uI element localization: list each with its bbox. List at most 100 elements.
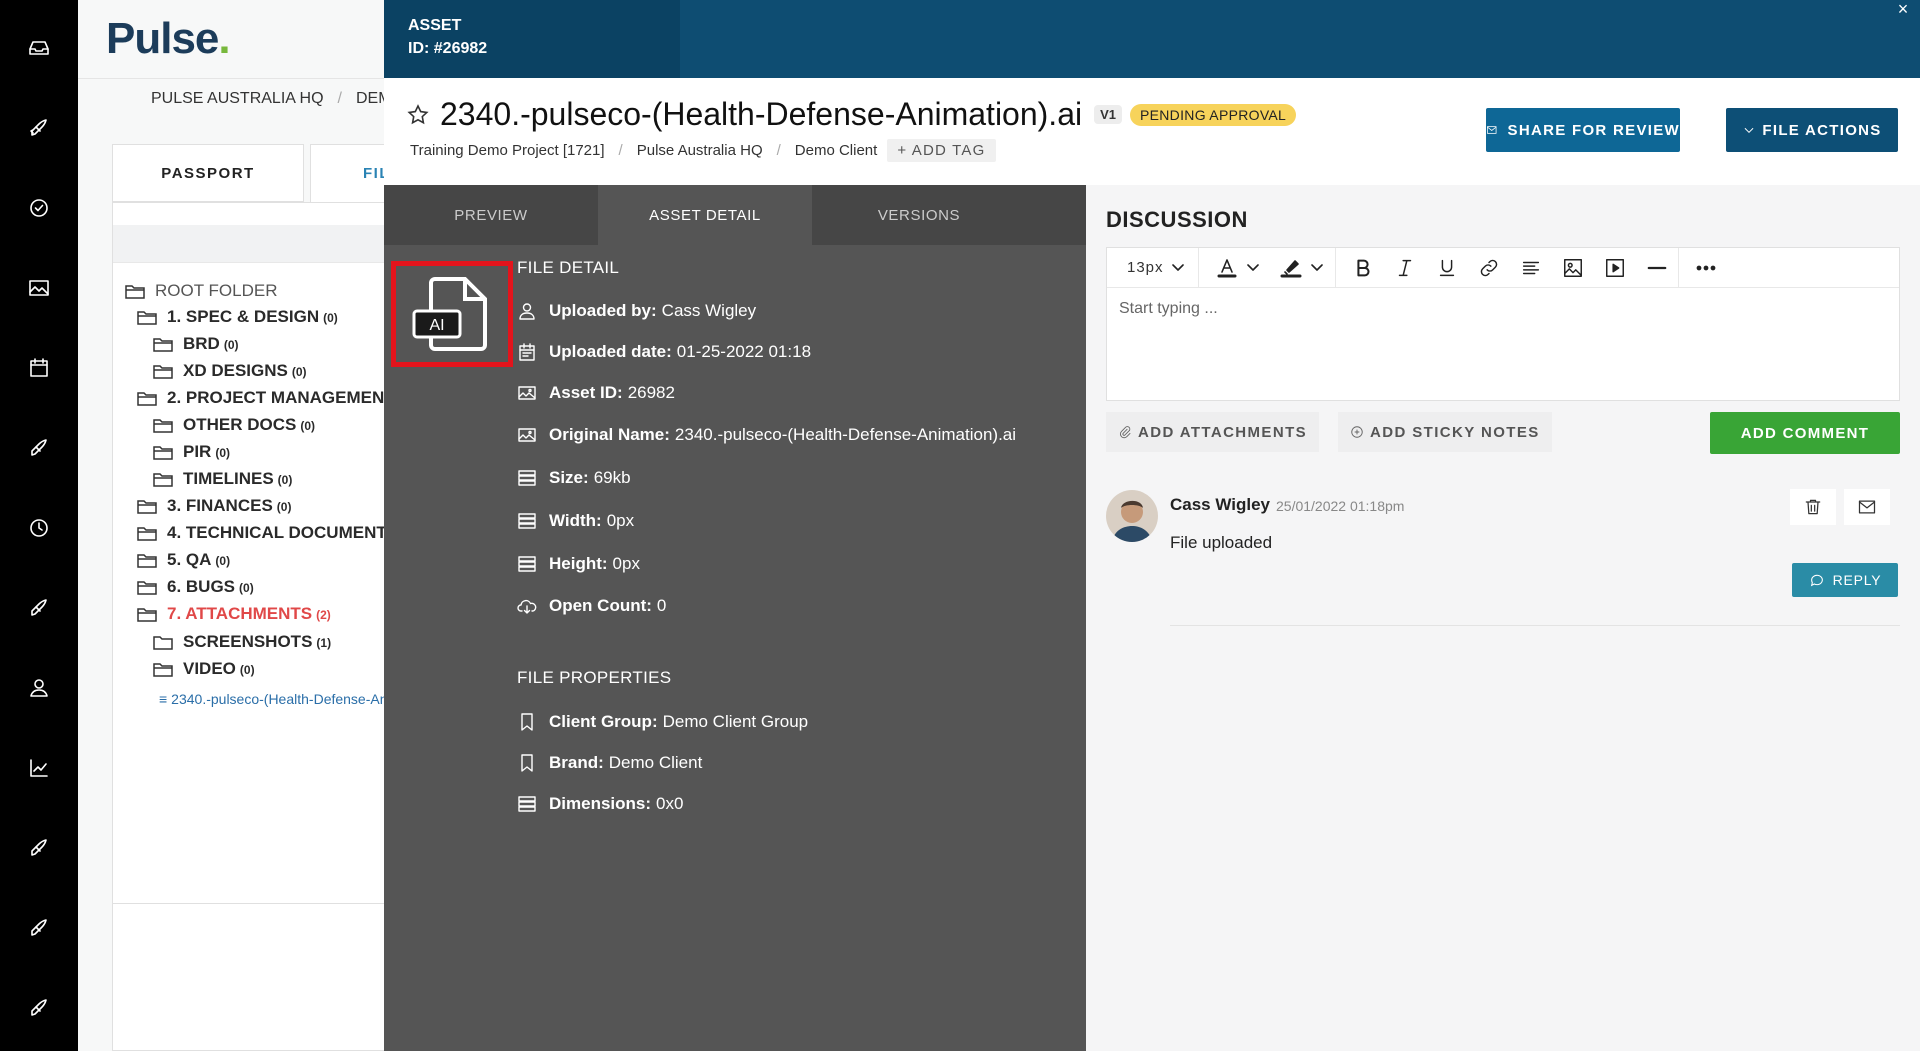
breadcrumb-item[interactable]: DEM xyxy=(356,90,384,107)
insert-video-button[interactable] xyxy=(1594,248,1636,288)
comment-timestamp: 25/01/2022 01:18pm xyxy=(1276,498,1405,514)
mail-icon xyxy=(1858,500,1876,514)
folder-icon xyxy=(137,498,157,514)
image-icon[interactable] xyxy=(24,273,54,303)
delete-comment-button[interactable] xyxy=(1790,489,1836,525)
stack-icon xyxy=(517,794,537,814)
align-left-icon xyxy=(1522,261,1539,274)
pulse-logo: Pulse. xyxy=(106,14,231,63)
horizontal-rule-button[interactable] xyxy=(1636,248,1678,288)
folder-icon xyxy=(137,390,157,406)
rocket-icon[interactable] xyxy=(24,593,54,623)
rocket-icon[interactable] xyxy=(24,113,54,143)
email-comment-button[interactable] xyxy=(1844,489,1890,525)
rocket-icon[interactable] xyxy=(24,913,54,943)
comment-text: File uploaded xyxy=(1170,533,1273,552)
check-circle-icon[interactable] xyxy=(24,193,54,223)
tree-folder[interactable]: SCREENSHOTS (1) xyxy=(153,632,331,652)
more-options-button[interactable] xyxy=(1679,248,1733,288)
share-for-review-button[interactable]: SHARE FOR REVIEW xyxy=(1486,108,1680,152)
breadcrumb-item[interactable]: Pulse Australia HQ xyxy=(637,142,763,159)
video-icon xyxy=(1605,258,1624,277)
tree-folder[interactable]: ROOT FOLDER xyxy=(125,281,277,301)
text-color-icon xyxy=(1217,258,1237,277)
tree-folder[interactable]: TIMELINES (0) xyxy=(153,469,292,489)
user-icon xyxy=(517,301,537,321)
tree-folder[interactable]: 6. BUGS (0) xyxy=(137,577,254,597)
file-actions-button[interactable]: FILE ACTIONS xyxy=(1726,108,1898,152)
version-badge: V1 xyxy=(1094,105,1122,124)
tree-folder[interactable]: 4. TECHNICAL DOCUMENTS xyxy=(137,523,384,543)
tree-folder[interactable]: OTHER DOCS (0) xyxy=(153,415,315,435)
add-sticky-notes-button[interactable]: ADD STICKY NOTES xyxy=(1338,412,1552,452)
image-icon xyxy=(517,425,537,445)
tree-folder-selected[interactable]: 7. ATTACHMENTS (2) xyxy=(137,604,331,624)
title-row: 2340.-pulseco-(Health-Defense-Animation)… xyxy=(406,96,1297,133)
calendar-icon xyxy=(517,342,537,362)
italic-button[interactable] xyxy=(1384,248,1426,288)
rocket-icon[interactable] xyxy=(24,833,54,863)
tab-passport[interactable]: PASSPORT xyxy=(112,144,304,202)
highlight-color-select[interactable] xyxy=(1271,248,1335,288)
asset-modal-header: ASSET ID: #26982 × xyxy=(384,0,1920,78)
tree-folder[interactable]: XD DESIGNS (0) xyxy=(153,361,307,381)
font-size-select[interactable]: 13px xyxy=(1107,248,1198,288)
chevron-down-icon xyxy=(1246,263,1259,271)
asset-label: ASSET ID: #26982 xyxy=(408,14,487,60)
folder-icon xyxy=(153,336,173,352)
tree-folder[interactable]: 5. QA (0) xyxy=(137,550,230,570)
detail-uploaded-by: Uploaded by: Cass Wigley xyxy=(517,301,756,321)
folder-tree-panel: ROOT FOLDER 1. SPEC & DESIGN (0) BRD (0) X… xyxy=(112,202,384,1051)
detail-size: Size: 69kb xyxy=(517,468,631,488)
tree-folder[interactable]: 3. FINANCES (0) xyxy=(137,496,291,516)
tab-preview[interactable]: PREVIEW xyxy=(384,185,598,245)
breadcrumb-item[interactable]: Demo Client xyxy=(795,142,878,159)
breadcrumb: Training Demo Project [1721] / Pulse Aust… xyxy=(410,139,996,162)
tree-folder[interactable]: PIR (0) xyxy=(153,442,230,462)
user-icon[interactable] xyxy=(24,673,54,703)
chart-icon[interactable] xyxy=(24,753,54,783)
bold-button[interactable] xyxy=(1342,248,1384,288)
folder-icon xyxy=(137,309,157,325)
breadcrumb-item[interactable]: PULSE AUSTRALIA HQ xyxy=(151,90,324,107)
rocket-icon[interactable] xyxy=(24,433,54,463)
chevron-down-icon xyxy=(1744,127,1754,133)
file-properties-title: FILE PROPERTIES xyxy=(517,668,672,687)
rocket-icon[interactable] xyxy=(24,993,54,1023)
breadcrumb-item[interactable]: Training Demo Project [1721] xyxy=(410,142,605,159)
underline-button[interactable] xyxy=(1426,248,1468,288)
folder-icon xyxy=(153,444,173,460)
clock-icon[interactable] xyxy=(24,513,54,543)
detail-width: Width: 0px xyxy=(517,511,634,531)
underline-icon xyxy=(1439,259,1454,276)
add-comment-button[interactable]: ADD COMMENT xyxy=(1710,412,1900,454)
link-button[interactable] xyxy=(1468,248,1510,288)
nav-rail xyxy=(0,0,78,1051)
star-icon[interactable] xyxy=(406,103,430,127)
bookmark-icon xyxy=(517,753,537,773)
tree-file[interactable]: ≡2340.-pulseco-(Health-Defense-Animation… xyxy=(159,691,384,707)
tab-files[interactable]: FILES xyxy=(310,144,384,202)
inbox-icon[interactable] xyxy=(24,33,54,63)
add-attachments-button[interactable]: ADD ATTACHMENTS xyxy=(1106,412,1320,452)
close-icon[interactable]: × xyxy=(1892,0,1914,20)
panel-toolbar xyxy=(113,225,384,263)
detail-uploaded-date: Uploaded date: 01-25-2022 01:18 xyxy=(517,342,811,362)
background-app: Pulse. PULSE AUSTRALIA HQ/DEM PASSPORT F… xyxy=(78,0,384,1051)
font-color-select[interactable] xyxy=(1199,248,1271,288)
asset-id-box: ASSET ID: #26982 xyxy=(384,0,680,78)
tab-asset-detail[interactable]: ASSET DETAIL xyxy=(598,185,812,245)
align-button[interactable] xyxy=(1510,248,1552,288)
tree-folder[interactable]: BRD (0) xyxy=(153,334,239,354)
comment-input[interactable]: Start typing ... xyxy=(1119,300,1218,318)
tree-folder[interactable]: VIDEO (0) xyxy=(153,659,255,679)
reply-button[interactable]: REPLY xyxy=(1792,563,1898,597)
tree-folder[interactable]: 2. PROJECT MANAGEMENT xyxy=(137,388,384,408)
add-tag-button[interactable]: + ADD TAG xyxy=(887,139,996,162)
insert-image-button[interactable] xyxy=(1552,248,1594,288)
tab-versions[interactable]: VERSIONS xyxy=(812,185,1026,245)
tree-folder[interactable]: 1. SPEC & DESIGN (0) xyxy=(137,307,338,327)
calendar-icon[interactable] xyxy=(24,353,54,383)
chevron-down-icon xyxy=(1310,263,1323,271)
detail-asset-id: Asset ID: 26982 xyxy=(517,383,675,403)
